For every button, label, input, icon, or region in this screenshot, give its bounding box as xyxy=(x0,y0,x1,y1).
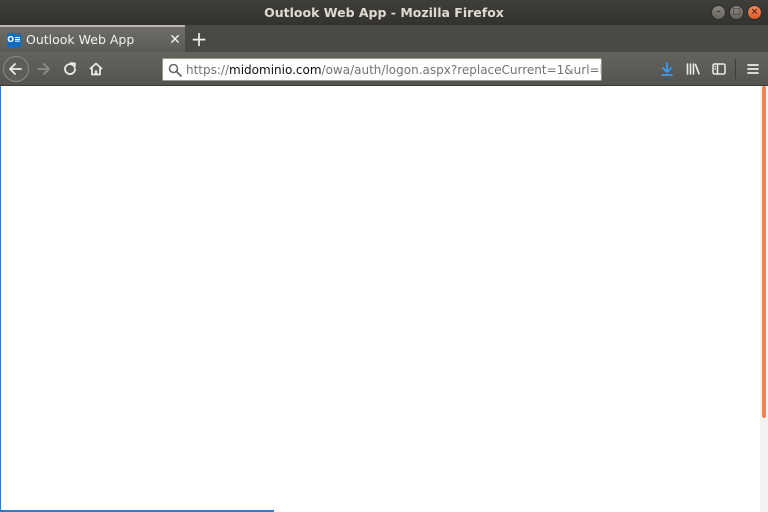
window-titlebar: Outlook Web App - Mozilla Firefox – □ × xyxy=(0,0,768,25)
forward-arrow-icon xyxy=(37,63,50,75)
scrollbar-thumb[interactable] xyxy=(762,86,766,418)
minimize-icon[interactable]: – xyxy=(711,5,726,20)
url-prefix: https:// xyxy=(186,62,230,77)
forward-button[interactable] xyxy=(30,56,56,82)
outlook-favicon-icon: O≡ xyxy=(7,32,21,47)
sidebar-icon xyxy=(712,63,726,75)
new-tab-button[interactable]: + xyxy=(188,25,210,52)
sidebar-button[interactable] xyxy=(706,56,732,82)
home-icon xyxy=(89,62,103,76)
maximize-icon[interactable]: □ xyxy=(729,5,744,20)
downloads-button[interactable] xyxy=(654,56,680,82)
tab-strip: O≡ Outlook Web App ✕ + xyxy=(0,25,768,52)
tab-close-icon[interactable]: ✕ xyxy=(165,32,185,48)
url-path: /owa/auth/logon.aspx?replaceCurrent=1&ur… xyxy=(321,62,602,77)
window-controls: – □ × xyxy=(711,5,762,20)
home-button[interactable] xyxy=(83,56,109,82)
hamburger-menu-icon xyxy=(747,64,759,74)
open-menu-button[interactable] xyxy=(740,56,766,82)
navigation-toolbar: https://midominio.com/owa/auth/logon.asp… xyxy=(0,52,768,86)
page-content[interactable] xyxy=(0,86,768,512)
library-icon xyxy=(686,63,700,75)
library-button[interactable] xyxy=(680,56,706,82)
back-arrow-icon xyxy=(9,63,22,75)
toolbar-separator xyxy=(735,59,736,79)
window-title: Outlook Web App - Mozilla Firefox xyxy=(264,5,504,20)
url-bar[interactable]: https://midominio.com/owa/auth/logon.asp… xyxy=(162,58,602,81)
tab-outlook-web-app[interactable]: O≡ Outlook Web App ✕ xyxy=(0,25,185,52)
reload-button[interactable] xyxy=(57,56,83,82)
back-button[interactable] xyxy=(3,56,29,82)
reload-icon xyxy=(64,62,76,75)
tab-title: Outlook Web App xyxy=(26,32,135,47)
download-icon xyxy=(661,62,673,76)
url-domain: midominio.com xyxy=(229,62,322,77)
content-left-border xyxy=(0,86,1,512)
close-icon[interactable]: × xyxy=(747,5,762,20)
search-icon xyxy=(168,61,182,79)
url-text[interactable]: https://midominio.com/owa/auth/logon.asp… xyxy=(186,62,602,77)
